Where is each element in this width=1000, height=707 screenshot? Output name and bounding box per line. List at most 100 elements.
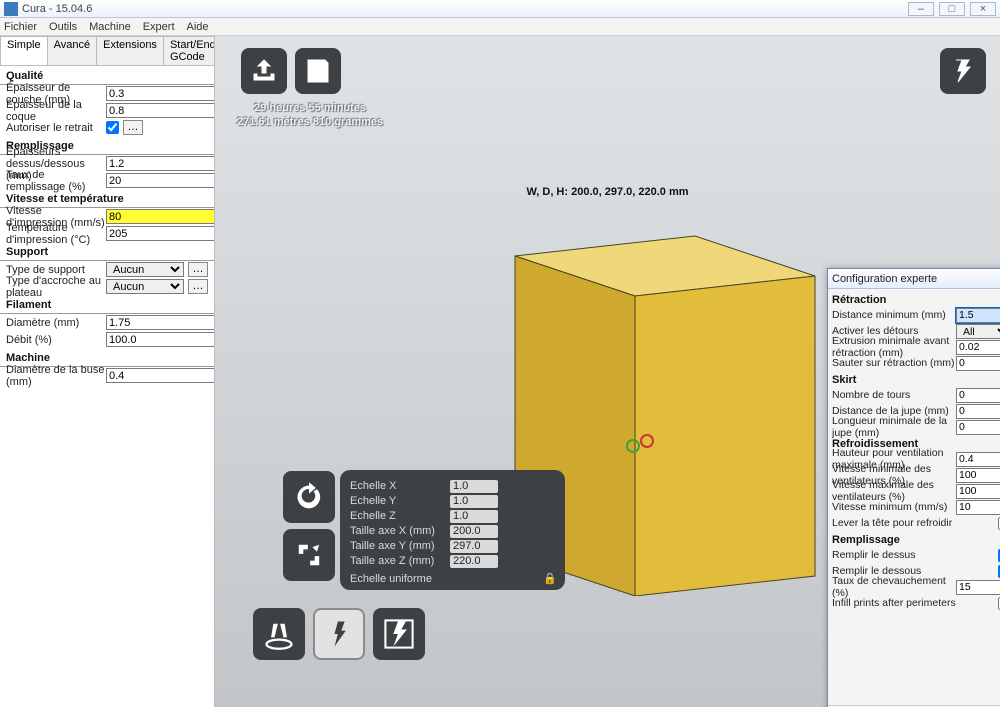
- scale-z-input[interactable]: 1.0: [450, 510, 498, 523]
- min-speed-input[interactable]: [956, 500, 1000, 515]
- dialog-titlebar[interactable]: Configuration experte ×: [828, 269, 1000, 289]
- tab-advanced[interactable]: Avancé: [47, 36, 98, 65]
- size-x-input[interactable]: 200.0: [450, 525, 498, 538]
- menu-tools[interactable]: Outils: [49, 21, 77, 33]
- infill-after-label: Infill prints after perimeters: [832, 597, 998, 609]
- diameter-input[interactable]: [106, 315, 215, 330]
- adhesion-select[interactable]: Aucun: [106, 279, 184, 294]
- skirt-len-label: Longueur minimale de la jupe (mm): [832, 415, 956, 439]
- scale-y-label: Echelle Y: [350, 495, 450, 507]
- skirt-section: Skirt: [832, 371, 1000, 387]
- combing-select[interactable]: All: [956, 324, 1000, 339]
- minimize-button[interactable]: –: [908, 2, 934, 16]
- size-y-input[interactable]: 297.0: [450, 540, 498, 553]
- speed-input[interactable]: [106, 209, 215, 224]
- skirt-lines-label: Nombre de tours: [832, 389, 956, 401]
- flow-input[interactable]: [106, 332, 215, 347]
- scale-x-input[interactable]: 1.0: [450, 480, 498, 493]
- dialog-left-col: Rétraction Distance minimum (mm) Activer…: [828, 289, 1000, 705]
- view-layers-button[interactable]: [373, 608, 425, 660]
- view-normal-button[interactable]: [313, 608, 365, 660]
- adhesion-dots-button[interactable]: …: [188, 279, 208, 294]
- menu-expert[interactable]: Expert: [143, 21, 175, 33]
- topbot-input[interactable]: [106, 156, 215, 171]
- dialog-title: Configuration experte: [832, 273, 1000, 285]
- size-z-label: Taille axe Z (mm): [350, 555, 450, 567]
- viewport-3d[interactable]: 29 heures 55 minutes 271.61 mètres 810 g…: [215, 36, 1000, 707]
- menu-file[interactable]: Fichier: [4, 21, 37, 33]
- min-speed-label: Vitesse minimum (mm/s): [832, 501, 956, 513]
- support-type-select[interactable]: Aucun: [106, 262, 184, 277]
- titlebar: Cura - 15.04.6 – □ ×: [0, 0, 1000, 18]
- overlap-input[interactable]: [956, 580, 1000, 595]
- flow-label: Débit (%): [6, 334, 106, 346]
- density-label: Taux de remplissage (%): [6, 169, 106, 193]
- nozzle-input[interactable]: [106, 368, 215, 383]
- expert-config-dialog: Configuration experte × Rétraction Dista…: [827, 268, 1000, 707]
- min-extr-label: Extrusion minimale avant rétraction (mm): [832, 335, 956, 359]
- scale-panel: Echelle X1.0 Echelle Y1.0 Echelle Z1.0 T…: [340, 470, 565, 590]
- tab-simple[interactable]: Simple: [0, 36, 48, 65]
- close-button[interactable]: ×: [970, 2, 996, 16]
- menu-help[interactable]: Aide: [187, 21, 209, 33]
- support-dots-button[interactable]: …: [188, 262, 208, 277]
- scale-z-label: Echelle Z: [350, 510, 450, 522]
- layer-height-input[interactable]: [106, 86, 215, 101]
- fan-max-label: Vitesse maximale des ventilateurs (%): [832, 479, 956, 503]
- mirror-tool-button[interactable]: [253, 608, 305, 660]
- temp-input[interactable]: [106, 226, 215, 241]
- fan-max-input[interactable]: [956, 484, 1000, 499]
- scale-y-input[interactable]: 1.0: [450, 495, 498, 508]
- shell-label: Épaisseur de la coque: [6, 99, 106, 123]
- diameter-label: Diamètre (mm): [6, 317, 106, 329]
- nozzle-label: Diamètre de la buse (mm): [6, 364, 106, 388]
- fill-top-label: Remplir le dessus: [832, 549, 998, 561]
- retraction-section: Rétraction: [832, 291, 1000, 307]
- retr-dist-label: Distance minimum (mm): [832, 309, 956, 321]
- tab-extensions[interactable]: Extensions: [96, 36, 164, 65]
- tab-gcode[interactable]: Start/End-GCode: [163, 36, 215, 65]
- shell-input[interactable]: [106, 103, 215, 118]
- adhesion-label: Type d'accroche au plateau: [6, 275, 106, 299]
- window-controls: – □ ×: [906, 2, 996, 16]
- menubar: Fichier Outils Machine Expert Aide: [0, 18, 1000, 36]
- scale-x-label: Echelle X: [350, 480, 450, 492]
- retract-dots-button[interactable]: …: [123, 120, 143, 135]
- load-file-button[interactable]: [241, 48, 287, 94]
- bottom-tools: [253, 608, 425, 660]
- view-mode-button[interactable]: [940, 48, 986, 94]
- save-button[interactable]: [295, 48, 341, 94]
- settings-sidebar: Simple Avancé Extensions Start/End-GCode…: [0, 36, 215, 707]
- retract-label: Autoriser le retrait: [6, 122, 106, 134]
- left-tool-column: [283, 471, 335, 581]
- fan-min-input[interactable]: [956, 468, 1000, 483]
- fan-full-input[interactable]: [956, 452, 1000, 467]
- estimate-material: 271.61 mètres 810 grammes: [237, 115, 383, 129]
- settings-tabs: Simple Avancé Extensions Start/End-GCode: [0, 36, 214, 66]
- lock-icon[interactable]: 🔒: [543, 572, 555, 585]
- menu-machine[interactable]: Machine: [89, 21, 131, 33]
- min-extr-input[interactable]: [956, 340, 1000, 355]
- retract-checkbox[interactable]: [106, 121, 119, 134]
- app-title: Cura - 15.04.6: [22, 3, 906, 15]
- overlap-label: Taux de chevauchement (%): [832, 575, 956, 599]
- rotate-tool-button[interactable]: [283, 471, 335, 523]
- size-y-label: Taille axe Y (mm): [350, 540, 450, 552]
- skirt-dist-input[interactable]: [956, 404, 1000, 419]
- retr-dist-input[interactable]: [956, 308, 1000, 323]
- size-z-input[interactable]: 220.0: [450, 555, 498, 568]
- skirt-lines-input[interactable]: [956, 388, 1000, 403]
- scale-tool-button[interactable]: [283, 529, 335, 581]
- estimate-time: 29 heures 55 minutes: [237, 101, 383, 115]
- zhop-input[interactable]: [956, 356, 1000, 371]
- zhop-label: Sauter sur rétraction (mm): [832, 357, 956, 369]
- estimate-text: 29 heures 55 minutes 271.61 mètres 810 g…: [237, 101, 383, 129]
- uniform-scale-label: Echelle uniforme: [350, 573, 432, 585]
- fill-section: Remplissage: [832, 531, 1000, 547]
- lift-head-label: Lever la tête pour refroidir: [832, 517, 998, 529]
- skirt-len-input[interactable]: [956, 420, 1000, 435]
- maximize-button[interactable]: □: [939, 2, 965, 16]
- density-input[interactable]: [106, 173, 215, 188]
- temp-label: Température d'impression (°C): [6, 222, 106, 246]
- app-icon: [4, 2, 18, 16]
